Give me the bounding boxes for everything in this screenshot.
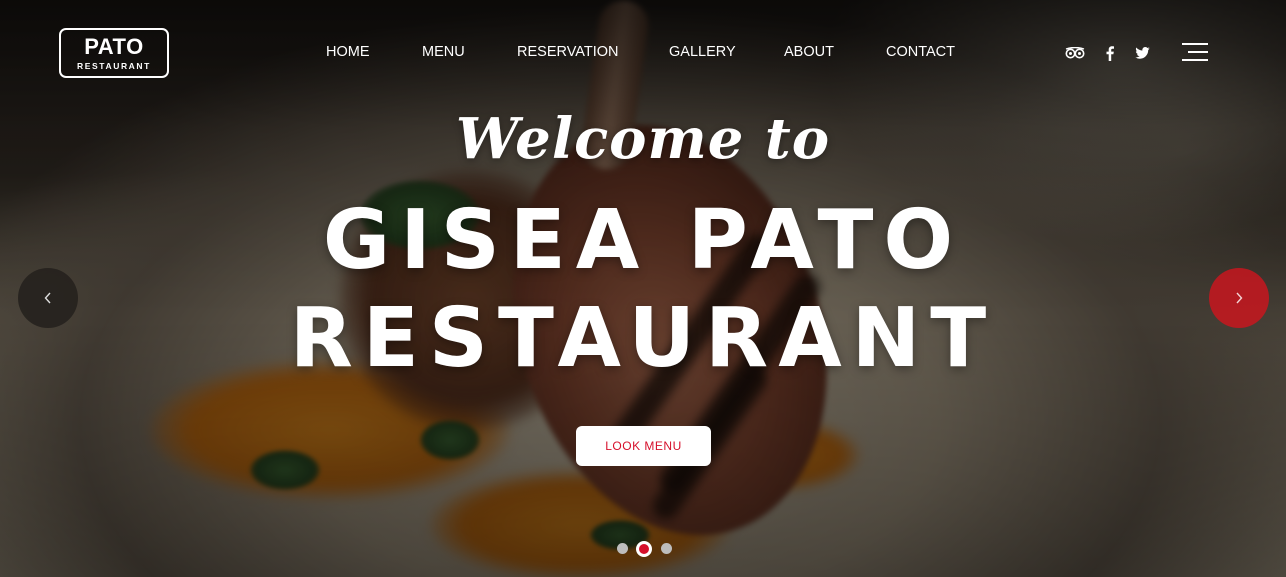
hero-title: GISEA PATO RESTAURANT — [0, 192, 1286, 388]
nav-contact[interactable]: CONTACT — [886, 44, 955, 60]
logo-tagline: RESTAURANT — [77, 61, 151, 71]
nav-gallery[interactable]: GALLERY — [669, 44, 736, 60]
main-nav: HOME MENU RESERVATION GALLERY ABOUT CONT… — [0, 44, 1286, 62]
slider-dot[interactable] — [617, 543, 628, 554]
twitter-icon[interactable] — [1133, 44, 1151, 62]
nav-reservation[interactable]: RESERVATION — [517, 44, 619, 60]
slider-dot-active[interactable] — [636, 541, 652, 557]
nav-menu[interactable]: MENU — [422, 44, 465, 60]
slider-next-button[interactable] — [1209, 268, 1269, 328]
hero-title-line1: GISEA PATO — [322, 193, 964, 288]
slider-dot[interactable] — [661, 543, 672, 554]
facebook-icon[interactable] — [1102, 44, 1118, 62]
look-menu-button[interactable]: LOOK MENU — [576, 426, 711, 466]
nav-about[interactable]: ABOUT — [784, 44, 834, 60]
chevron-left-icon — [44, 292, 51, 304]
tripadvisor-icon[interactable] — [1064, 44, 1086, 62]
nav-home[interactable]: HOME — [326, 44, 370, 60]
slider-prev-button[interactable] — [18, 268, 78, 328]
slider-pagination — [0, 541, 1286, 557]
chevron-right-icon — [1236, 292, 1243, 304]
hero-welcome-text: Welcome to — [455, 106, 831, 172]
hero-title-line2: RESTAURANT — [289, 291, 997, 386]
hamburger-menu-icon[interactable] — [1182, 43, 1208, 61]
